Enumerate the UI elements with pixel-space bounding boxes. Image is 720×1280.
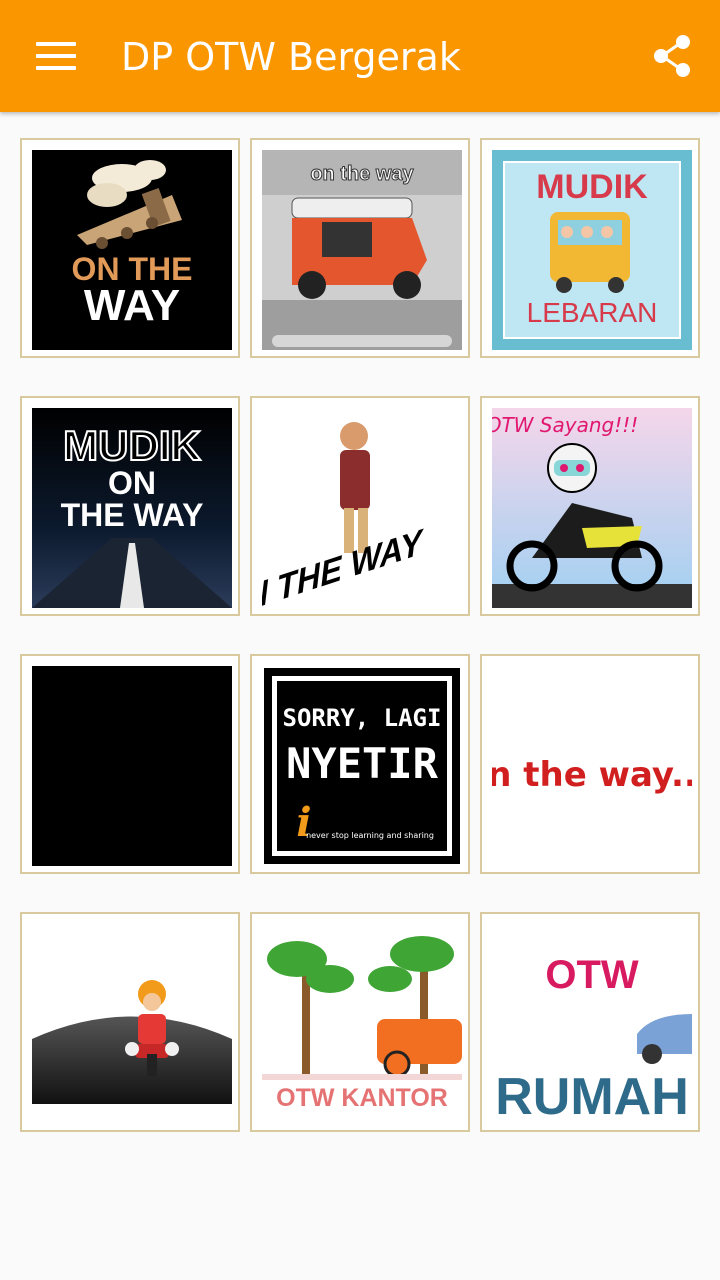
tile-text: on the way [310,163,414,185]
app-bar: DP OTW Bergerak [0,0,720,112]
thumbnail-train: ON THE WAY [32,150,232,350]
share-icon[interactable] [648,32,696,80]
tile-text: ON [108,465,156,501]
thumbnail-black [32,666,232,866]
thumbnail-otw-sayang: OTW Sayang!!! [492,408,692,608]
tile-text: NYETIR [286,739,438,788]
thumbnail-motor-road [32,924,232,1124]
thumbnail-mudik-road: MUDIK ON THE WAY [32,408,232,608]
tile-walking-man[interactable]: ON THE WAY [250,396,470,616]
tile-bajaj[interactable]: on the way [250,138,470,358]
thumbnail-sorry-nyetir: SORRY, LAGI NYETIR i never stop learning… [262,666,462,866]
tile-otw-sayang[interactable]: OTW Sayang!!! [480,396,700,616]
tile-text: MUDIK [536,168,648,206]
tile-text: WAY [84,281,180,330]
tile-motor-road[interactable] [20,912,240,1132]
tile-black[interactable] [20,654,240,874]
tile-on-the-way-text[interactable]: n the way.. [480,654,700,874]
thumbnail-walking-man: ON THE WAY [262,408,462,608]
tile-mudik-road[interactable]: MUDIK ON THE WAY [20,396,240,616]
tile-text: THE WAY [61,497,204,533]
tile-text: MUDIK [63,422,201,469]
tile-mudik-lebaran[interactable]: MUDIK LEBARAN [480,138,700,358]
tile-sorry-nyetir[interactable]: SORRY, LAGI NYETIR i never stop learning… [250,654,470,874]
thumbnail-otw-rumah: OTW RUMAH [492,924,692,1124]
thumbnail-bajaj: on the way [262,150,462,350]
thumbnail-on-the-way-text: n the way.. [492,666,692,866]
tile-text: OTW Sayang!!! [492,413,638,437]
tile-text: SORRY, LAGI [283,704,442,732]
tile-text: n the way.. [492,755,692,795]
tile-text: OTW KANTOR [276,1084,448,1112]
tile-text: never stop learning and sharing [306,831,434,840]
tile-text: RUMAH [495,1068,689,1124]
tile-text: OTW [545,953,639,997]
tile-text: LEBARAN [527,297,658,328]
thumbnail-otw-kantor: OTW KANTOR [262,924,462,1124]
tile-train[interactable]: ON THE WAY [20,138,240,358]
tile-otw-kantor[interactable]: OTW KANTOR [250,912,470,1132]
tile-otw-rumah[interactable]: OTW RUMAH [480,912,700,1132]
thumbnail-mudik-lebaran: MUDIK LEBARAN [492,150,692,350]
app-title: DP OTW Bergerak [121,35,461,79]
hamburger-menu-icon[interactable] [28,32,84,80]
